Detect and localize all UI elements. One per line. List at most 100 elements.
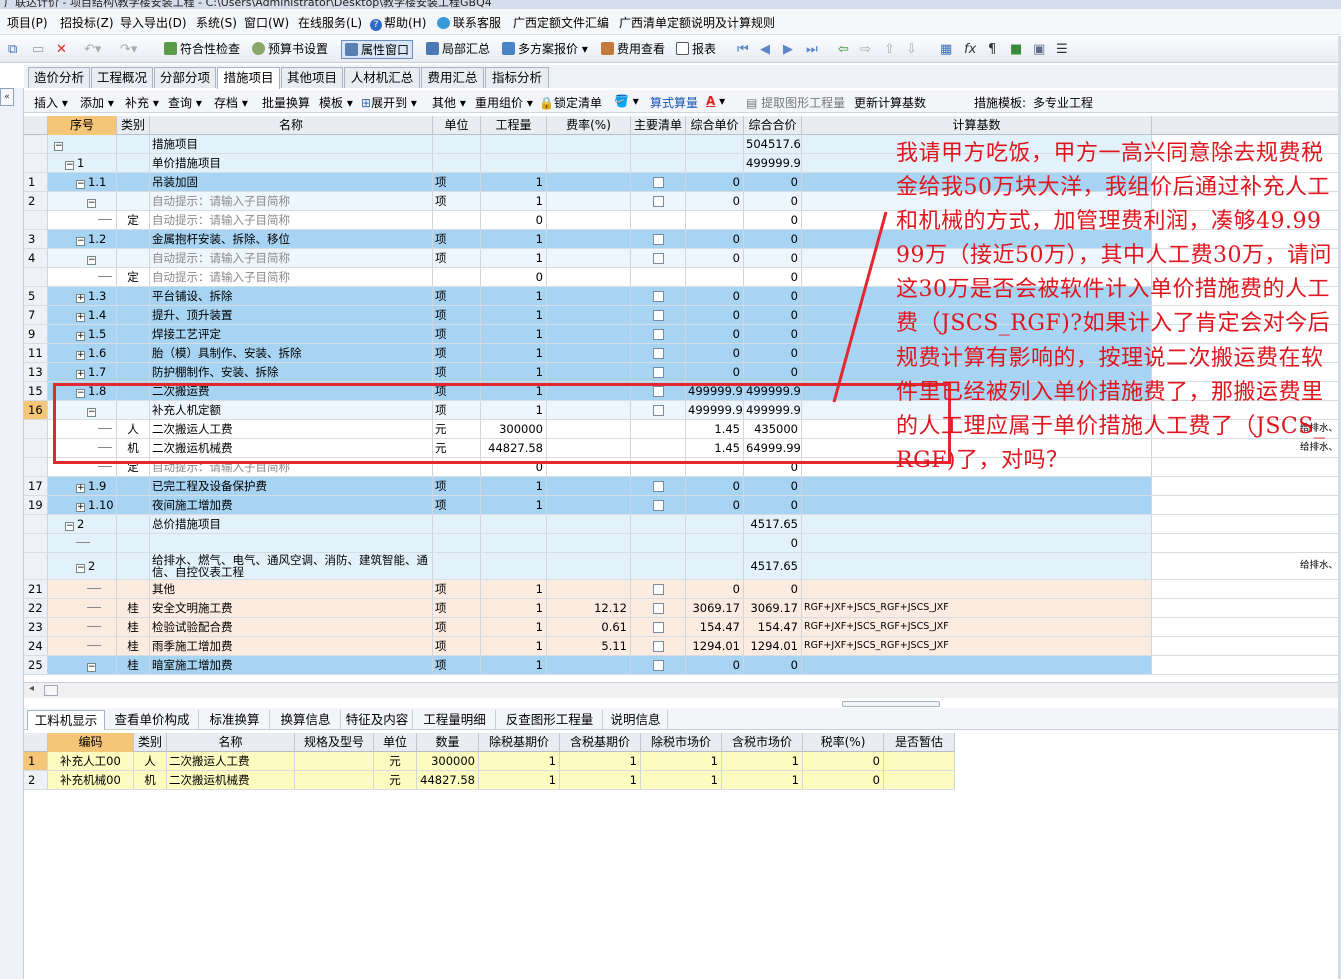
cell-total[interactable]: 0 — [744, 344, 802, 362]
arrow-down-icon[interactable]: ⇩ — [906, 42, 917, 57]
cell-seq[interactable] — [48, 534, 117, 552]
cell-name[interactable]: 防护棚制作、安装、拆除 — [150, 363, 433, 381]
cell-price[interactable] — [686, 268, 744, 286]
cell-price[interactable] — [686, 135, 744, 153]
cell-unit[interactable] — [433, 268, 481, 286]
cell-rate[interactable] — [547, 306, 631, 324]
resource-header-p4[interactable]: 含税市场价 — [722, 733, 803, 752]
tab-labor-material-machine[interactable]: 人材机汇总 — [344, 67, 420, 88]
resource-cell-type[interactable]: 机 — [134, 771, 167, 789]
cell-unit[interactable]: 项 — [433, 325, 481, 343]
table-row[interactable]: 21 其他项 1 0 0 — [24, 580, 1341, 599]
cell-seq[interactable]: − — [48, 249, 117, 267]
cell-type[interactable] — [117, 249, 150, 267]
paint-bucket-menu[interactable]: 🪣 ▾ — [614, 94, 639, 108]
cell-qty[interactable]: 1 — [481, 496, 547, 514]
cell-chk[interactable] — [631, 534, 686, 552]
grid-header-calc-base[interactable]: 计算基数 — [802, 116, 1152, 135]
cell-chk[interactable] — [631, 344, 686, 362]
cell-unit[interactable] — [433, 534, 481, 552]
cell-name[interactable]: 自动提示：请输入子目简称 — [150, 192, 433, 210]
cell-seq[interactable]: −1.1 — [48, 173, 117, 191]
cell-chk[interactable] — [631, 211, 686, 229]
cell-rate[interactable] — [547, 477, 631, 495]
cell-seq[interactable]: −2 — [48, 515, 117, 533]
cell-base[interactable]: RGF+JXF+JSCS_RGF+JSCS_JXF — [802, 637, 1152, 655]
table-row[interactable]: 17 +1.9 已完工程及设备保护费项 1 0 0 — [24, 477, 1341, 496]
cell-unit[interactable] — [433, 211, 481, 229]
prev-icon[interactable]: ◀ — [760, 42, 770, 57]
main-list-checkbox[interactable] — [652, 603, 664, 614]
collapse-icon[interactable]: − — [87, 663, 96, 672]
splitter-handle[interactable] — [842, 701, 940, 707]
expand-icon[interactable]: + — [76, 503, 85, 512]
arrow-right-icon[interactable]: ⇨ — [860, 42, 871, 57]
cell-seq[interactable] — [48, 580, 117, 598]
resource-cell-est[interactable] — [884, 752, 955, 770]
cell-qty[interactable]: 1 — [481, 363, 547, 381]
grid-header-seq[interactable]: 序号 — [48, 116, 117, 135]
cell-price[interactable] — [686, 553, 744, 579]
detail-tab-1[interactable]: 查看单价构成 — [106, 710, 199, 730]
cell-total[interactable]: 0 — [744, 656, 802, 674]
cell-type[interactable]: 定 — [117, 268, 150, 286]
cell-name[interactable]: 给排水、燃气、电气、通风空调、消防、建筑智能、通信、自控仪表工程 — [150, 553, 433, 579]
detail-tab-6[interactable]: 反查图形工程量 — [497, 710, 603, 730]
collapse-icon[interactable]: − — [87, 199, 96, 208]
expand-icon[interactable]: + — [76, 313, 85, 322]
cell-name[interactable]: 自动提示：请输入子目简称 — [150, 268, 433, 286]
main-list-checkbox[interactable] — [652, 310, 664, 321]
cell-seq[interactable]: − — [48, 656, 117, 674]
cell-base[interactable]: RGF+JXF+JSCS_RGF+JSCS_JXF — [802, 599, 1152, 617]
main-list-checkbox[interactable] — [652, 367, 664, 378]
cell-seq[interactable]: − — [48, 135, 117, 153]
resource-cell-p2[interactable]: 1 — [560, 752, 641, 770]
cell-rate[interactable] — [547, 135, 631, 153]
menu-contact-service[interactable]: 联系客服 — [437, 14, 501, 31]
resource-cell-unit[interactable]: 元 — [374, 752, 417, 770]
cell-seq[interactable]: +1.10 — [48, 496, 117, 514]
cell-price[interactable]: 0 — [686, 287, 744, 305]
cell-chk[interactable] — [631, 306, 686, 324]
cell-name[interactable]: 胎（模）具制作、安装、拆除 — [150, 344, 433, 362]
cell-rate[interactable] — [547, 287, 631, 305]
cell-price[interactable]: 0 — [686, 656, 744, 674]
cell-rate[interactable]: 12.12 — [547, 599, 631, 617]
insert-menu[interactable]: 插入 ▾ — [34, 94, 68, 111]
resource-cell-p3[interactable]: 1 — [641, 771, 722, 789]
collapse-icon[interactable]: − — [76, 564, 85, 573]
resource-header-name[interactable]: 名称 — [167, 733, 295, 752]
resource-cell-spec[interactable] — [295, 771, 374, 789]
cell-qty[interactable]: 1 — [481, 230, 547, 248]
tab-cost-analysis[interactable]: 造价分析 — [28, 67, 90, 88]
expand-icon[interactable]: + — [76, 294, 85, 303]
cell-unit[interactable]: 项 — [433, 363, 481, 381]
cell-qty[interactable]: 1 — [481, 656, 547, 674]
cell-rate[interactable] — [547, 325, 631, 343]
cell-price[interactable]: 0 — [686, 344, 744, 362]
cell-price[interactable] — [686, 534, 744, 552]
fee-view-button[interactable]: 费用查看 — [601, 40, 665, 59]
cell-qty[interactable]: 1 — [481, 618, 547, 636]
main-list-checkbox[interactable] — [652, 329, 664, 340]
batch-convert-button[interactable]: 批量换算 — [262, 94, 310, 111]
cell-unit[interactable]: 项 — [433, 477, 481, 495]
cell-chk[interactable] — [631, 553, 686, 579]
grid-header-rate[interactable]: 费率(%) — [547, 116, 631, 135]
cell-total[interactable]: 0 — [744, 287, 802, 305]
main-list-checkbox[interactable] — [652, 177, 664, 188]
delete-icon[interactable]: ✕ — [56, 42, 67, 57]
cell-price[interactable]: 0 — [686, 192, 744, 210]
cell-rate[interactable]: 0.61 — [547, 618, 631, 636]
cell-type[interactable] — [117, 580, 150, 598]
cell-qty[interactable]: 1 — [481, 325, 547, 343]
main-list-checkbox[interactable] — [652, 622, 664, 633]
cell-name[interactable]: 平台铺设、拆除 — [150, 287, 433, 305]
cell-rate[interactable] — [547, 249, 631, 267]
resource-header-tax[interactable]: 税率(%) — [803, 733, 884, 752]
cell-type[interactable] — [117, 534, 150, 552]
local-summary-button[interactable]: 局部汇总 — [426, 40, 490, 59]
main-list-checkbox[interactable] — [652, 348, 664, 359]
cell-qty[interactable]: 1 — [481, 192, 547, 210]
cell-seq[interactable]: +1.6 — [48, 344, 117, 362]
